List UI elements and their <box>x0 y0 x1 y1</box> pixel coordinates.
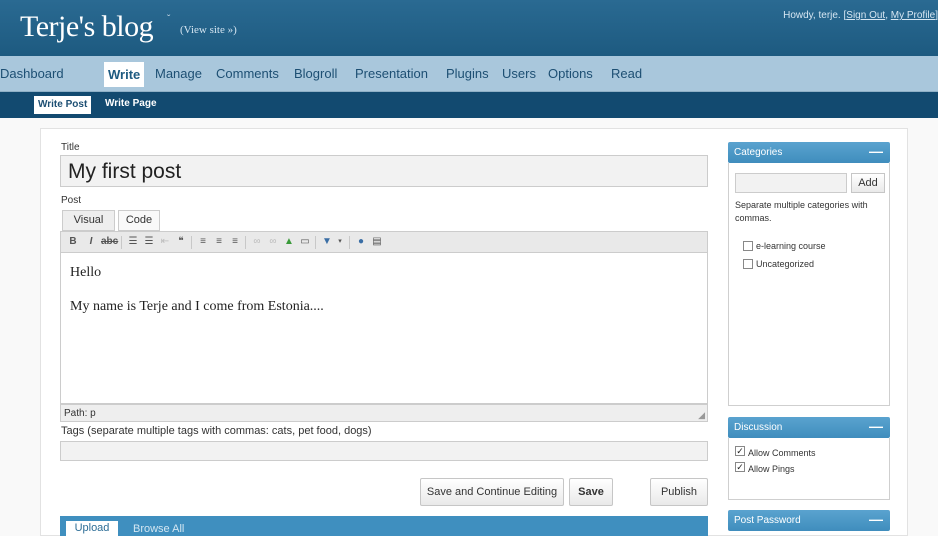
title-input[interactable]: My first post <box>60 155 708 187</box>
my-profile-link[interactable]: My Profile <box>891 10 935 21</box>
category-label: e-learning course <box>756 241 826 251</box>
password-header[interactable]: Post Password — <box>728 510 890 531</box>
align-center-icon[interactable]: ≡ <box>213 236 225 248</box>
path-text: Path: p <box>64 408 96 419</box>
sub-nav: Write Post Write Page <box>0 92 938 118</box>
discussion-header[interactable]: Discussion — <box>728 417 890 438</box>
help-icon[interactable]: ● <box>355 236 367 248</box>
categories-box: Add Separate multiple categories with co… <box>728 163 890 406</box>
categories-title: Categories <box>734 147 783 158</box>
image-icon[interactable]: ▲ <box>283 236 295 248</box>
tab-code[interactable]: Code <box>118 210 160 231</box>
title-value: My first post <box>68 160 182 183</box>
howdy-text: Howdy, terje. <box>783 10 841 21</box>
align-left-icon[interactable]: ≡ <box>197 236 209 248</box>
nav-item-presentation[interactable]: Presentation <box>355 66 428 81</box>
title-label: Title <box>61 142 80 153</box>
category-label: Uncategorized <box>756 259 815 269</box>
post-label: Post <box>61 195 82 206</box>
view-site-link[interactable]: (View site ») <box>180 24 237 36</box>
tab-upload[interactable]: Upload <box>66 521 118 536</box>
italic-icon[interactable]: I <box>85 236 97 248</box>
unlink-icon[interactable]: ∞ <box>267 236 279 248</box>
allow-comments-checkbox[interactable]: ✓ <box>735 446 745 456</box>
save-continue-button[interactable]: Save and Continue Editing <box>420 478 564 506</box>
password-title: Post Password <box>734 515 801 526</box>
tab-visual[interactable]: Visual <box>62 210 115 231</box>
blog-title[interactable]: Terje's blog <box>20 10 154 44</box>
nav-item-manage[interactable]: Manage <box>155 66 202 81</box>
new-category-input[interactable] <box>735 173 847 193</box>
tags-label: Tags (separate multiple tags with commas… <box>61 425 372 437</box>
collapse-icon[interactable]: — <box>869 143 883 159</box>
nav-item-blogroll[interactable]: Blogroll <box>294 66 337 81</box>
outdent-icon[interactable]: ⇤ <box>159 236 171 248</box>
chevron-down-icon[interactable]: ▾ <box>334 236 346 248</box>
add-category-button[interactable]: Add <box>851 173 885 193</box>
kitchen-sink-icon[interactable]: ▤ <box>371 236 383 248</box>
nav-item-options[interactable]: Options <box>548 66 593 81</box>
user-links: Howdy, terje. [Sign Out, My Profile] <box>783 10 938 21</box>
strikethrough-icon[interactable]: abc <box>101 236 118 248</box>
bullet-list-icon[interactable]: ☰ <box>127 236 139 248</box>
tab-browse-all[interactable]: Browse All <box>133 523 184 535</box>
post-editor[interactable]: Hello My name is Terje and I come from E… <box>60 253 708 404</box>
editor-path-bar: Path: p ◢ <box>60 404 708 422</box>
blockquote-icon[interactable]: ❝ <box>175 236 187 248</box>
nav-item-users[interactable]: Users <box>502 66 536 81</box>
spellcheck-icon[interactable]: ▼ <box>321 236 333 248</box>
link-icon[interactable]: ∞ <box>251 236 263 248</box>
bold-icon[interactable]: B <box>67 236 79 248</box>
main-nav: Dashboard Write Manage Comments Blogroll… <box>0 56 938 92</box>
tags-input[interactable] <box>60 441 708 461</box>
publish-button[interactable]: Publish <box>650 478 708 506</box>
upload-bar: Upload Browse All <box>60 516 708 536</box>
nav-item-comments[interactable]: Comments <box>216 66 279 81</box>
editor-paragraph: My name is Terje and I come from Estonia… <box>70 299 324 314</box>
category-hint: Separate multiple categories with commas… <box>735 200 868 223</box>
collapse-icon[interactable]: — <box>869 418 883 434</box>
nav-item-dashboard[interactable]: Dashboard <box>0 66 64 81</box>
save-button[interactable]: Save <box>569 478 613 506</box>
caret-down-icon[interactable]: ˇ <box>167 14 170 25</box>
align-right-icon[interactable]: ≡ <box>229 236 241 248</box>
editor-paragraph: Hello <box>70 265 102 280</box>
nav-item-plugins[interactable]: Plugins <box>446 66 489 81</box>
discussion-title: Discussion <box>734 422 783 433</box>
categories-header[interactable]: Categories — <box>728 142 890 163</box>
more-tag-icon[interactable]: ▭ <box>299 236 311 248</box>
admin-header: Terje's blog ˇ (View site ») Howdy, terj… <box>0 0 938 56</box>
allow-pings-checkbox[interactable]: ✓ <box>735 462 745 472</box>
editor-toolbar: B I abc ☰ ☰ ⇤ ❝ ≡ ≡ ≡ ∞ ∞ ▲ ▭ ▼ ▾ ● ▤ <box>60 231 708 253</box>
sign-out-link[interactable]: Sign Out <box>846 10 885 21</box>
numbered-list-icon[interactable]: ☰ <box>143 236 155 248</box>
resize-grip-icon[interactable]: ◢ <box>698 410 705 421</box>
nav-item-write[interactable]: Write <box>104 62 145 87</box>
collapse-icon[interactable]: — <box>869 511 883 527</box>
category-checkbox[interactable] <box>743 259 753 269</box>
subnav-write-post[interactable]: Write Post <box>34 96 92 114</box>
subnav-write-page[interactable]: Write Page <box>105 98 157 109</box>
allow-comments-label: Allow Comments <box>748 448 816 458</box>
allow-pings-label: Allow Pings <box>748 464 795 474</box>
discussion-box: ✓ Allow Comments ✓ Allow Pings <box>728 438 890 500</box>
category-checkbox[interactable] <box>743 241 753 251</box>
nav-item-read[interactable]: Read <box>611 66 642 81</box>
